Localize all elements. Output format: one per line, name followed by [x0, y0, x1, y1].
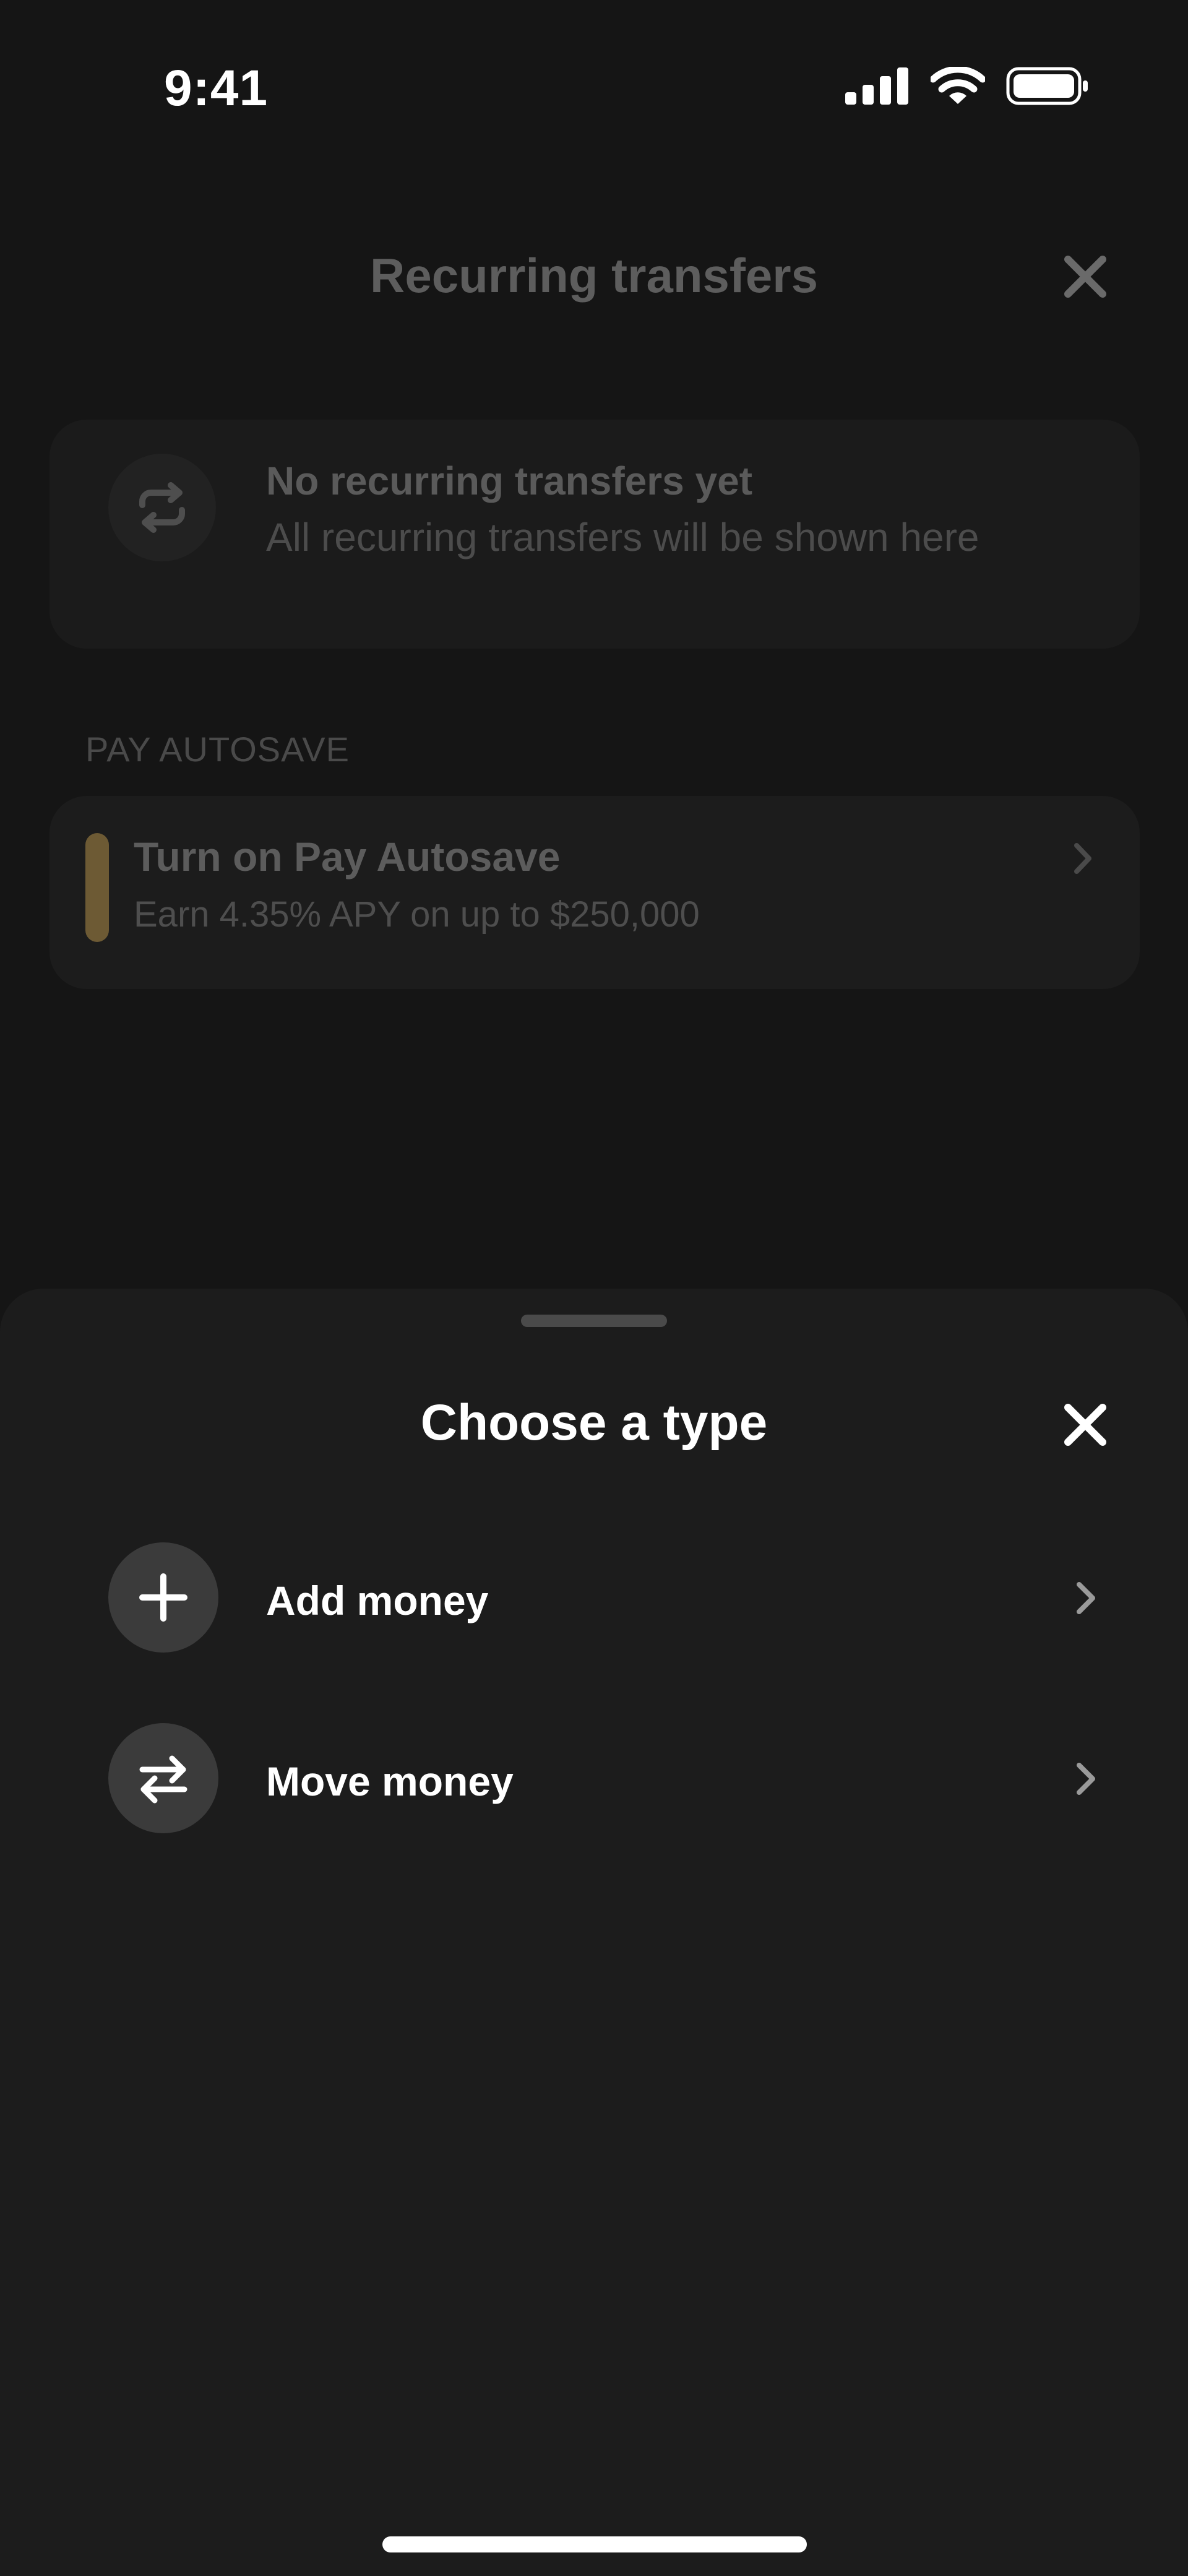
nav-header: Recurring transfers: [0, 229, 1188, 322]
sheet-title: Choose a type: [420, 1394, 768, 1451]
repeat-icon: [139, 482, 185, 533]
option-move-money[interactable]: Move money: [0, 1717, 1188, 1841]
home-indicator: [382, 2536, 807, 2552]
empty-state-description: All recurring transfers will be shown he…: [266, 515, 979, 560]
status-icons: [845, 67, 1089, 105]
empty-state-icon-circle: [108, 454, 216, 561]
option-add-money[interactable]: Add money: [0, 1536, 1188, 1660]
empty-state-card: No recurring transfers yet All recurring…: [50, 420, 1140, 649]
autosave-accent-bar: [85, 833, 109, 942]
option-icon-circle: [108, 1542, 218, 1653]
close-icon[interactable]: [1059, 1399, 1111, 1451]
pay-autosave-card[interactable]: Turn on Pay Autosave Earn 4.35% APY on u…: [50, 796, 1140, 989]
empty-state-title: No recurring transfers yet: [266, 459, 753, 503]
battery-icon: [1006, 67, 1088, 105]
plus-icon: [139, 1573, 187, 1622]
wifi-icon: [931, 67, 985, 104]
option-label: Add money: [266, 1578, 489, 1623]
swap-arrows-icon: [139, 1755, 187, 1804]
chevron-right-icon: [1077, 1763, 1095, 1795]
option-icon-circle: [108, 1723, 218, 1833]
option-label: Move money: [266, 1758, 514, 1804]
autosave-title: Turn on Pay Autosave: [134, 834, 561, 880]
page-title: Recurring transfers: [370, 248, 818, 303]
sheet-drag-handle[interactable]: [521, 1315, 667, 1327]
close-icon[interactable]: [1059, 251, 1111, 303]
status-time: 9:41: [164, 60, 269, 116]
status-bar: 9:41: [0, 0, 1188, 173]
section-label-pay-autosave: PAY AUTOSAVE: [85, 730, 350, 769]
autosave-subtitle: Earn 4.35% APY on up to $250,000: [134, 894, 700, 935]
chevron-right-icon: [1077, 1582, 1095, 1614]
chevron-right-icon: [1074, 843, 1091, 874]
choose-type-sheet: Choose a type Add money Move money: [0, 1289, 1188, 2576]
cellular-signal-icon: [845, 67, 908, 105]
